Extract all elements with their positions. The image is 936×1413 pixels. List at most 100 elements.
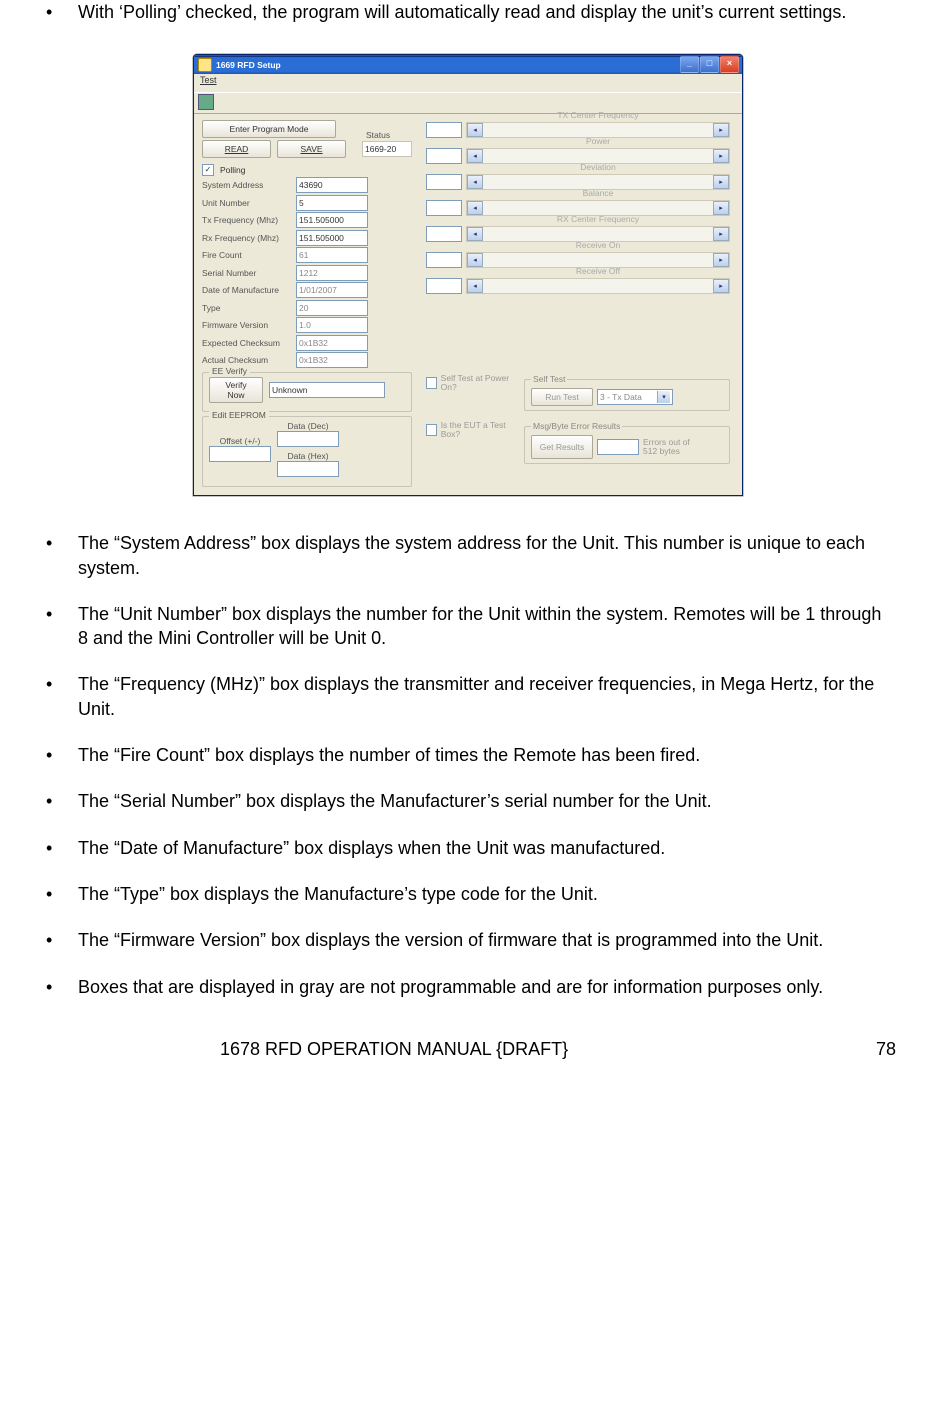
arrow-right-icon[interactable]: ▸ xyxy=(713,201,729,215)
bullet-item: The “Frequency (MHz)” box displays the t… xyxy=(40,672,896,721)
slider-value[interactable] xyxy=(426,148,462,164)
data-hex-input[interactable] xyxy=(277,461,339,477)
enter-program-mode-button[interactable]: Enter Program Mode xyxy=(202,120,336,138)
get-results-button[interactable]: Get Results xyxy=(531,435,593,459)
bullet-item: The “Date of Manufacture” box displays w… xyxy=(40,836,896,860)
polling-label: Polling xyxy=(220,165,246,175)
bullet-item: The “Firmware Version” box displays the … xyxy=(40,928,896,952)
expected-cksum-input: 0x1B32 xyxy=(296,335,368,351)
menu-bar: Test xyxy=(194,74,742,92)
bullet-list-top: With ‘Polling’ checked, the program will… xyxy=(40,0,896,24)
self-test-title: Self Test xyxy=(531,374,567,384)
arrow-left-icon[interactable]: ◂ xyxy=(467,149,483,163)
offset-input[interactable] xyxy=(209,446,271,462)
slider-deviation[interactable]: Deviation◂▸ xyxy=(426,174,730,190)
firmware-input: 1.0 xyxy=(296,317,368,333)
eut-testbox-label: Is the EUT a Test Box? xyxy=(441,421,516,439)
msg-results-title: Msg/Byte Error Results xyxy=(531,421,622,431)
rx-freq-label: Rx Frequency (Mhz) xyxy=(202,233,290,243)
selftest-poweron-checkbox[interactable] xyxy=(426,377,437,389)
unit-number-input[interactable]: 5 xyxy=(296,195,368,211)
footer-title: 1678 RFD OPERATION MANUAL {DRAFT} xyxy=(220,1039,568,1060)
slider-value[interactable] xyxy=(426,226,462,242)
footer-page: 78 xyxy=(876,1039,896,1060)
unit-number-label: Unit Number xyxy=(202,198,290,208)
read-button[interactable]: READ xyxy=(202,140,271,158)
date-manufacture-label: Date of Manufacture xyxy=(202,285,290,295)
chevron-down-icon[interactable]: ▾ xyxy=(657,391,670,403)
slider-receive-on[interactable]: Receive On◂▸ xyxy=(426,252,730,268)
save-button[interactable]: SAVE xyxy=(277,140,346,158)
ee-verify-value: Unknown xyxy=(269,382,385,398)
arrow-right-icon[interactable]: ▸ xyxy=(713,149,729,163)
slider-value[interactable] xyxy=(426,278,462,294)
polling-checkbox[interactable]: ✓ xyxy=(202,164,214,176)
actual-cksum-input: 0x1B32 xyxy=(296,352,368,368)
menu-item-test[interactable]: Test xyxy=(200,75,217,85)
app-window: 1669 RFD Setup _ □ × Test Enter Program … xyxy=(193,54,743,496)
bullet-item: With ‘Polling’ checked, the program will… xyxy=(40,0,896,24)
toolbar-icon[interactable] xyxy=(198,94,214,110)
arrow-right-icon[interactable]: ▸ xyxy=(713,175,729,189)
bullet-item: The “Serial Number” box displays the Man… xyxy=(40,789,896,813)
data-dec-input[interactable] xyxy=(277,431,339,447)
arrow-left-icon[interactable]: ◂ xyxy=(467,227,483,241)
offset-label: Offset (+/-) xyxy=(209,436,271,446)
serial-number-label: Serial Number xyxy=(202,268,290,278)
msg-results-group: Msg/Byte Error Results Get Results Error… xyxy=(524,421,730,464)
slider-power[interactable]: Power◂▸ xyxy=(426,148,730,164)
arrow-left-icon[interactable]: ◂ xyxy=(467,253,483,267)
slider-receive-off[interactable]: Receive Off◂▸ xyxy=(426,278,730,294)
arrow-left-icon[interactable]: ◂ xyxy=(467,123,483,137)
slider-value[interactable] xyxy=(426,200,462,216)
slider-tx-center[interactable]: TX Center Frequency◂▸ xyxy=(426,122,730,138)
app-icon xyxy=(198,58,212,72)
arrow-right-icon[interactable]: ▸ xyxy=(713,123,729,137)
eut-testbox-checkbox[interactable] xyxy=(426,424,437,436)
run-test-button[interactable]: Run Test xyxy=(531,388,593,406)
errors-label: Errors out of 512 bytes xyxy=(643,438,703,456)
arrow-right-icon[interactable]: ▸ xyxy=(713,253,729,267)
arrow-right-icon[interactable]: ▸ xyxy=(713,227,729,241)
actual-cksum-label: Actual Checksum xyxy=(202,355,290,365)
rx-freq-input[interactable]: 151.505000 xyxy=(296,230,368,246)
type-label: Type xyxy=(202,303,290,313)
status-value: 1669-20 xyxy=(362,141,412,157)
data-dec-label: Data (Dec) xyxy=(277,421,339,431)
arrow-right-icon[interactable]: ▸ xyxy=(713,279,729,293)
arrow-left-icon[interactable]: ◂ xyxy=(467,201,483,215)
minimize-button[interactable]: _ xyxy=(680,56,699,73)
slider-balance[interactable]: Balance◂▸ xyxy=(426,200,730,216)
bullet-item: The “Type” box displays the Manufacture’… xyxy=(40,882,896,906)
date-manufacture-input: 1/01/2007 xyxy=(296,282,368,298)
bullet-item: The “Fire Count” box displays the number… xyxy=(40,743,896,767)
system-address-input[interactable]: 43690 xyxy=(296,177,368,193)
arrow-left-icon[interactable]: ◂ xyxy=(467,175,483,189)
window-title: 1669 RFD Setup xyxy=(216,60,281,70)
tx-freq-label: Tx Frequency (Mhz) xyxy=(202,215,290,225)
tx-freq-input[interactable]: 151.505000 xyxy=(296,212,368,228)
fire-count-input: 61 xyxy=(296,247,368,263)
ee-verify-title: EE Verify xyxy=(209,366,250,376)
bullet-item: The “System Address” box displays the sy… xyxy=(40,531,896,580)
edit-eeprom-title: Edit EEPROM xyxy=(209,410,269,420)
slider-value[interactable] xyxy=(426,122,462,138)
bullet-list-bottom: The “System Address” box displays the sy… xyxy=(40,531,896,999)
close-button[interactable]: × xyxy=(720,56,739,73)
type-input: 20 xyxy=(296,300,368,316)
screenshot-figure: 1669 RFD Setup _ □ × Test Enter Program … xyxy=(40,54,896,496)
slider-value[interactable] xyxy=(426,252,462,268)
expected-cksum-label: Expected Checksum xyxy=(202,338,290,348)
verify-now-button[interactable]: Verify Now xyxy=(209,377,263,403)
self-test-combo[interactable]: 3 - Tx Data▾ xyxy=(597,389,673,405)
self-test-group: Self Test Run Test 3 - Tx Data▾ xyxy=(524,374,730,411)
arrow-left-icon[interactable]: ◂ xyxy=(467,279,483,293)
serial-number-input: 1212 xyxy=(296,265,368,281)
edit-eeprom-group: Edit EEPROM Offset (+/-) Data (Dec) Data… xyxy=(202,416,412,488)
system-address-label: System Address xyxy=(202,180,290,190)
slider-value[interactable] xyxy=(426,174,462,190)
title-bar: 1669 RFD Setup _ □ × xyxy=(194,55,742,74)
slider-rx-center[interactable]: RX Center Frequency◂▸ xyxy=(426,226,730,242)
maximize-button[interactable]: □ xyxy=(700,56,719,73)
status-label: Status xyxy=(364,130,392,140)
